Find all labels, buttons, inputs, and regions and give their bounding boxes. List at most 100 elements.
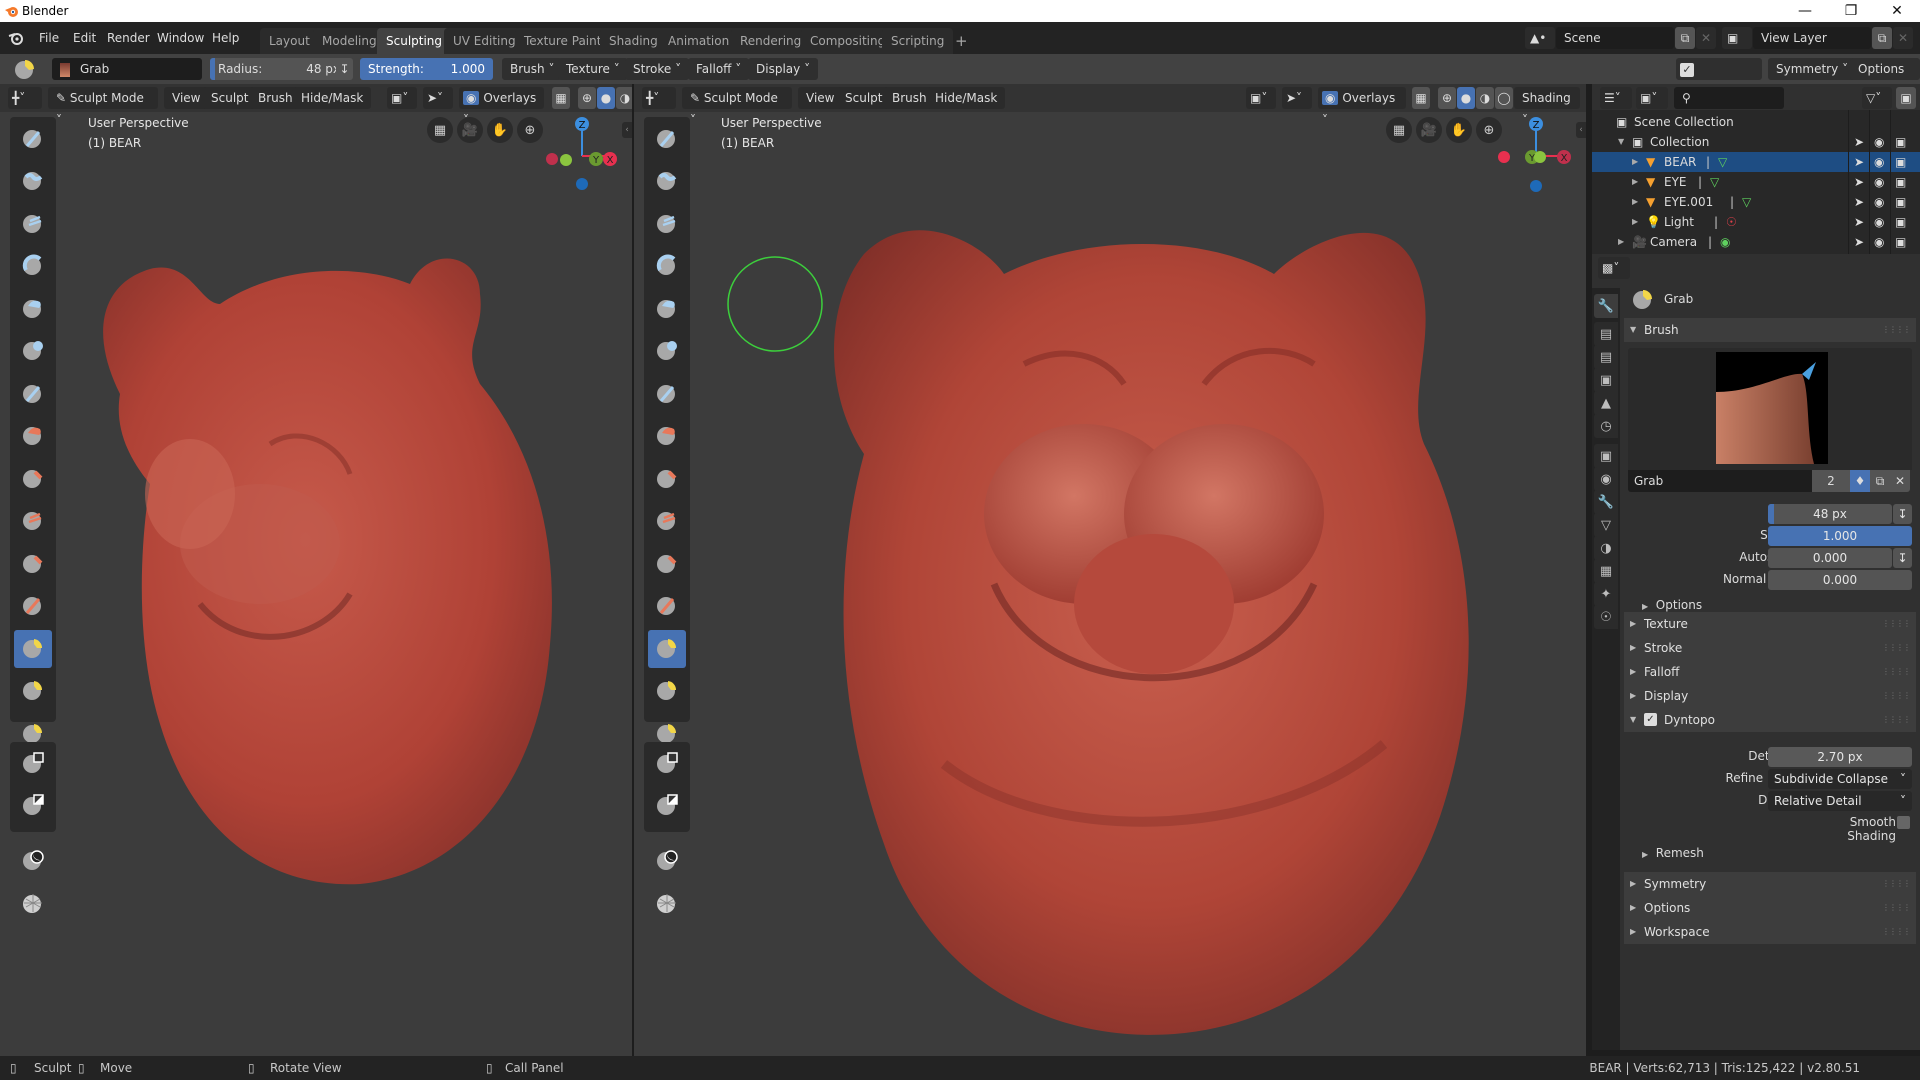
tool-crease[interactable] — [14, 375, 52, 413]
bear-sculpt-model[interactable] — [784, 144, 1564, 1056]
grab-brush-icon[interactable] — [14, 58, 36, 80]
dyntopo-checkbox[interactable]: ✓ — [1644, 713, 1657, 726]
panel-symmetry-header[interactable]: ▶ Symmetry ⋮⋮⋮⋮ — [1624, 872, 1916, 896]
render-camera-icon[interactable]: ▣ — [1895, 132, 1906, 152]
visibility-eye-icon[interactable]: ◉ — [1874, 132, 1884, 152]
tool-crease[interactable] — [648, 375, 686, 413]
selectable-toggle-icon[interactable]: ➤ — [1854, 192, 1864, 212]
shading-wireframe-button[interactable]: ⊕ — [578, 87, 596, 109]
normal-weight-field[interactable]: 0.000 — [1768, 570, 1912, 590]
drag-handle-icon[interactable]: ⋮⋮⋮⋮ — [1882, 612, 1911, 636]
refine-method-dropdown[interactable]: Subdivide Collapse ˅ — [1768, 769, 1912, 789]
tab-rendering[interactable]: Rendering — [731, 28, 811, 54]
panel-stroke-header[interactable]: ▶ Stroke ⋮⋮⋮⋮ — [1624, 636, 1916, 660]
panel-options-header[interactable]: ▶ Options ⋮⋮⋮⋮ — [1624, 896, 1916, 920]
panel-brush-header[interactable]: ▼ Brush ⋮⋮⋮⋮ — [1624, 318, 1916, 342]
tab-uv-editing[interactable]: UV Editing — [444, 28, 525, 54]
minimize-button[interactable]: — — [1782, 0, 1828, 22]
tool-smooth[interactable] — [14, 418, 52, 456]
gizmo-neg-y-axis[interactable] — [560, 154, 572, 166]
tool-clay[interactable] — [14, 163, 52, 201]
tool-grab[interactable] — [648, 630, 686, 668]
render-camera-icon[interactable]: ▣ — [1895, 152, 1906, 172]
view-menu[interactable]: View — [164, 87, 209, 109]
strength-field[interactable]: 1.000 — [1768, 526, 1912, 546]
outliner-row-collection[interactable]: ▼ ▣ Collection ➤ ◉ ▣ — [1592, 132, 1920, 152]
fake-user-button[interactable]: ♦ — [1850, 470, 1870, 492]
tool-box-mask[interactable] — [648, 745, 686, 783]
tool-box-hide[interactable] — [648, 788, 686, 826]
tool-scrape[interactable] — [14, 545, 52, 583]
drag-handle-icon[interactable]: ⋮⋮⋮⋮ — [1882, 872, 1911, 896]
visibility-eye-icon[interactable]: ◉ — [1874, 232, 1884, 252]
outliner-editor-type-button[interactable]: ☰˅ — [1600, 87, 1632, 109]
delete-view-layer-button[interactable]: ✕ — [1893, 27, 1913, 49]
properties-tab-output[interactable]: ▤ — [1594, 345, 1618, 369]
render-camera-icon[interactable]: ▣ — [1895, 172, 1906, 192]
panel-falloff-header[interactable]: ▶ Falloff ⋮⋮⋮⋮ — [1624, 660, 1916, 684]
shading-wireframe-button[interactable]: ⊕ — [1438, 87, 1456, 109]
pan-view-button[interactable]: ✋ — [487, 117, 513, 143]
panel-texture-header[interactable]: ▶ Texture ⋮⋮⋮⋮ — [1624, 612, 1916, 636]
tool-inflate[interactable] — [648, 290, 686, 328]
view-layer-name-field[interactable]: View Layer — [1753, 27, 1871, 49]
remesh-subpanel-header[interactable]: ▶ Remesh — [1642, 846, 1704, 860]
menu-render[interactable]: Render — [100, 28, 157, 48]
tab-layout[interactable]: Layout — [260, 28, 319, 54]
scene-name-field[interactable]: Scene — [1556, 27, 1674, 49]
brush-preview-area[interactable] — [1628, 348, 1912, 470]
disclosure-triangle-icon[interactable]: ▶ — [1618, 232, 1624, 252]
disclosure-triangle-icon[interactable]: ▶ — [1632, 172, 1638, 192]
display-mode-button[interactable]: ▣˅ — [1636, 87, 1668, 109]
properties-tab-render[interactable]: ▤ — [1594, 322, 1618, 346]
tool-pinch[interactable] — [648, 588, 686, 626]
tool-layer[interactable] — [14, 248, 52, 286]
options-menu[interactable]: Options ˅ — [1850, 58, 1920, 98]
properties-tab-object[interactable]: ▣ — [1594, 444, 1618, 468]
sidebar-toggle[interactable]: ‹ — [622, 122, 632, 138]
properties-tab-world[interactable]: ◷ — [1594, 414, 1618, 438]
render-camera-icon[interactable]: ▣ — [1895, 212, 1906, 232]
render-camera-icon[interactable]: ▣ — [1895, 232, 1906, 252]
detailing-dropdown[interactable]: Relative Detail ˅ — [1768, 791, 1912, 811]
drag-handle-icon[interactable]: ⋮⋮⋮⋮ — [1882, 896, 1911, 920]
tool-flatten[interactable] — [14, 460, 52, 498]
menu-help[interactable]: Help — [205, 28, 246, 48]
mode-selector[interactable]: ✎ Sculpt Mode ˅ — [48, 87, 158, 127]
tool-fill[interactable] — [648, 503, 686, 541]
properties-tab-scene[interactable]: ▲ — [1594, 391, 1618, 415]
outliner-row-light[interactable]: ▶ 💡 Light | ☉ ➤ ◉ ▣ — [1592, 212, 1920, 232]
radius-field[interactable]: Radius: 48 px — [210, 58, 350, 80]
disclosure-triangle-icon[interactable]: ▶ — [1632, 212, 1638, 232]
camera-view-button[interactable]: 🎥 — [1416, 117, 1442, 143]
tool-clay-strips[interactable] — [648, 205, 686, 243]
unlink-brush-button[interactable]: ✕ — [1890, 470, 1910, 492]
bear-sculpt-model[interactable] — [80, 184, 632, 984]
tab-shading[interactable]: Shading — [600, 28, 667, 54]
tab-compositing[interactable]: Compositing — [801, 28, 895, 54]
visibility-eye-icon[interactable]: ◉ — [1874, 192, 1884, 212]
camera-view-button[interactable]: 🎥 — [457, 117, 483, 143]
filter-button[interactable]: ▽˅ — [1862, 87, 1892, 109]
sculpt-menu[interactable]: Sculpt — [837, 87, 891, 109]
editor-type-button[interactable]: ╋˅ — [642, 87, 676, 109]
duplicate-brush-button[interactable]: ⧉ — [1870, 470, 1890, 492]
disclosure-triangle-icon[interactable]: ▶ — [1632, 152, 1638, 172]
add-workspace-button[interactable]: + — [946, 28, 977, 54]
panel-workspace-header[interactable]: ▶ Workspace ⋮⋮⋮⋮ — [1624, 920, 1916, 944]
camera-data-icon[interactable]: ◉ — [1720, 232, 1730, 252]
tool-layer[interactable] — [648, 248, 686, 286]
tab-texture-paint[interactable]: Texture Paint — [515, 28, 611, 54]
outliner-row-bear[interactable]: ▶ ▼ BEAR | ▽ ➤ ◉ ▣ — [1592, 152, 1920, 172]
visibility-eye-icon[interactable]: ◉ — [1874, 212, 1884, 232]
autosmooth-pressure-toggle[interactable]: ↧ — [1893, 548, 1912, 568]
expanded-icon[interactable]: ▼ — [1618, 132, 1624, 152]
shading-material-button[interactable]: ◑ — [616, 87, 632, 109]
disclosure-triangle-icon[interactable]: ▶ — [1632, 192, 1638, 212]
tool-mask[interactable] — [648, 843, 686, 881]
mode-selector[interactable]: ✎ Sculpt Mode ˅ — [682, 87, 792, 127]
outliner-row-eye-001[interactable]: ▶ ▼ EYE.001 | ▽ ➤ ◉ ▣ — [1592, 192, 1920, 212]
menu-window[interactable]: Window — [150, 28, 211, 48]
options-subpanel-header[interactable]: ▶ Options — [1642, 598, 1702, 612]
selectable-toggle-icon[interactable]: ➤ — [1854, 232, 1864, 252]
